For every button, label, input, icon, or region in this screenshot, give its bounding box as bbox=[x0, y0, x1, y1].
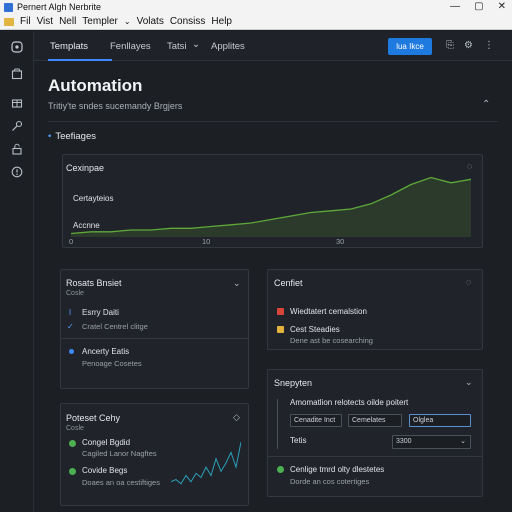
select-value: 3300 bbox=[396, 438, 412, 445]
list-item[interactable]: Cenlige tmrd olty dlestetes bbox=[290, 465, 384, 474]
area-fill bbox=[71, 177, 471, 237]
menu-file[interactable]: Fil bbox=[20, 16, 31, 27]
tab-fenllayes[interactable]: Fenllayes bbox=[110, 41, 151, 52]
window-controls: — ▢ ✕ bbox=[450, 1, 506, 12]
divider bbox=[277, 399, 278, 449]
alert-icon[interactable] bbox=[11, 166, 23, 178]
more-icon[interactable]: ⋮ bbox=[484, 40, 494, 51]
maximize-button[interactable]: ▢ bbox=[474, 1, 483, 12]
menu-consiss[interactable]: Consiss bbox=[170, 16, 206, 27]
page-subtitle: Tritiy'te sndes sucemandy Brgjers bbox=[48, 101, 183, 111]
window-title: Pernert Algh Nerbrite bbox=[17, 2, 102, 12]
select-label: Tetis bbox=[290, 436, 307, 445]
menu-template[interactable]: Templer bbox=[82, 16, 118, 27]
divider bbox=[61, 338, 248, 339]
status-dot bbox=[277, 466, 284, 473]
card-subtitle: Cosle bbox=[66, 290, 84, 297]
card-subtitle: Cosle bbox=[66, 425, 84, 432]
bullet-icon: • bbox=[48, 131, 52, 142]
primary-action-button[interactable]: lua Ikce bbox=[388, 38, 432, 55]
sparkline-line bbox=[171, 441, 241, 485]
chevron-down-icon: ⌄ bbox=[460, 438, 466, 445]
gift-icon[interactable] bbox=[11, 96, 23, 108]
list-item-sub: Doaes an oa cestiftiges bbox=[82, 478, 160, 487]
app-icon[interactable] bbox=[11, 41, 23, 53]
menu-bar: Fil Vist Nell Templer ⌄ Volats Consiss H… bbox=[0, 14, 512, 30]
card-title: Snepyten bbox=[274, 378, 313, 388]
value-select[interactable]: 3300 ⌄ bbox=[392, 435, 471, 449]
settings-icon[interactable]: ◇ bbox=[233, 412, 240, 423]
list-item[interactable]: Ancerty Eatis bbox=[82, 347, 129, 356]
conflict-card: Cenfiet ◌ Wiedtatert cemalstion Cest Ste… bbox=[267, 269, 483, 350]
folder-icon bbox=[4, 17, 14, 26]
x-tick-label: 30 bbox=[336, 237, 345, 246]
menu-chevron-icon[interactable]: ⌄ bbox=[124, 17, 131, 26]
list-item-sub: Dorde an cos cotertiges bbox=[290, 477, 370, 486]
card-title: Poteset Cehy bbox=[66, 413, 121, 423]
lock-icon[interactable] bbox=[11, 143, 23, 155]
list-item[interactable]: Cratel Centrel clitge bbox=[82, 322, 148, 331]
page-title: Automation bbox=[48, 76, 143, 95]
tab-tatsi[interactable]: Tatsi bbox=[167, 41, 187, 52]
window-titlebar: Pernert Algh Nerbrite — ▢ ✕ bbox=[0, 0, 512, 14]
status-dot bbox=[69, 468, 76, 475]
warning-status-icon bbox=[277, 326, 284, 333]
chart-card: Cexinpae ◌ Certayteios Accnne 0 10 30 bbox=[62, 154, 483, 248]
card-title: Rosats Bnsiet bbox=[66, 278, 122, 288]
check-icon: ✓ bbox=[67, 322, 74, 331]
left-rail bbox=[0, 31, 34, 512]
chevron-down-icon[interactable]: ⌄ bbox=[465, 377, 473, 388]
menu-volats[interactable]: Volats bbox=[137, 16, 164, 27]
x-tick-label: 0 bbox=[69, 237, 74, 246]
main-content: Automation Tritiy'te sndes sucemandy Brg… bbox=[34, 61, 512, 512]
list-item[interactable]: Covide Begs bbox=[82, 466, 127, 475]
list-item-sub: Dene ast be cosearching bbox=[290, 336, 373, 345]
list-item[interactable]: Congel Bgdid bbox=[82, 438, 130, 447]
sparkline-chart bbox=[171, 441, 241, 485]
input-field[interactable]: Cenadite Inct bbox=[290, 414, 342, 427]
menu-new[interactable]: Nell bbox=[59, 16, 76, 27]
section-label: Teefiages bbox=[55, 131, 96, 142]
info-icon[interactable]: ◌ bbox=[466, 277, 471, 287]
list-item-sub: Cagiled Lanor Nagftes bbox=[82, 449, 157, 458]
input-field[interactable]: Olglea bbox=[409, 414, 471, 427]
minimize-button[interactable]: — bbox=[450, 1, 460, 12]
status-dot bbox=[69, 349, 74, 354]
results-card: Rosats Bnsiet Cosle ⌄ ǀ Esrry Daiti ✓ Cr… bbox=[60, 269, 249, 389]
tab-chevron-icon[interactable]: ⌄ bbox=[192, 39, 200, 50]
chevron-down-icon[interactable]: ⌄ bbox=[233, 278, 241, 289]
divider bbox=[268, 456, 482, 457]
list-item-sub: Penoage Cosetes bbox=[82, 359, 142, 368]
input-field[interactable]: Cemelates bbox=[348, 414, 402, 427]
copy-icon[interactable]: ⎘ bbox=[446, 40, 454, 51]
menu-view[interactable]: Vist bbox=[37, 16, 54, 27]
close-button[interactable]: ✕ bbox=[498, 1, 506, 12]
divider bbox=[48, 121, 498, 122]
area-chart bbox=[71, 176, 471, 237]
status-dot bbox=[69, 440, 76, 447]
app-logo-icon bbox=[4, 2, 13, 12]
toolbar: Templats Fenllayes Tatsi ⌄ Applites lua … bbox=[34, 31, 512, 61]
list-item[interactable]: Wiedtatert cemalstion bbox=[290, 307, 367, 316]
key-icon[interactable] bbox=[11, 120, 23, 132]
error-status-icon bbox=[277, 308, 284, 315]
snapshot-card: Snepyten ⌄ Amomatlion relotects oilde po… bbox=[267, 369, 483, 497]
collapse-chevron-icon[interactable]: ⌃ bbox=[482, 99, 490, 110]
section-heading: Amomatlion relotects oilde poitert bbox=[290, 398, 409, 407]
store-icon[interactable] bbox=[11, 68, 23, 80]
poteset-card: Poteset Cehy Cosle ◇ Congel Bgdid Cagile… bbox=[60, 403, 249, 506]
gear-icon[interactable]: ⚙ bbox=[464, 40, 473, 51]
item-marker-icon: ǀ bbox=[69, 308, 72, 317]
x-tick-label: 10 bbox=[202, 237, 211, 246]
section-toggle[interactable]: • Teefiages bbox=[48, 131, 96, 142]
list-item[interactable]: Esrry Daiti bbox=[82, 308, 119, 317]
menu-help[interactable]: Help bbox=[211, 16, 232, 27]
tab-applites[interactable]: Applites bbox=[211, 41, 245, 52]
list-item[interactable]: Cest Steadies bbox=[290, 325, 340, 334]
card-title: Cenfiet bbox=[274, 278, 303, 288]
tab-templates[interactable]: Templats bbox=[50, 41, 88, 52]
